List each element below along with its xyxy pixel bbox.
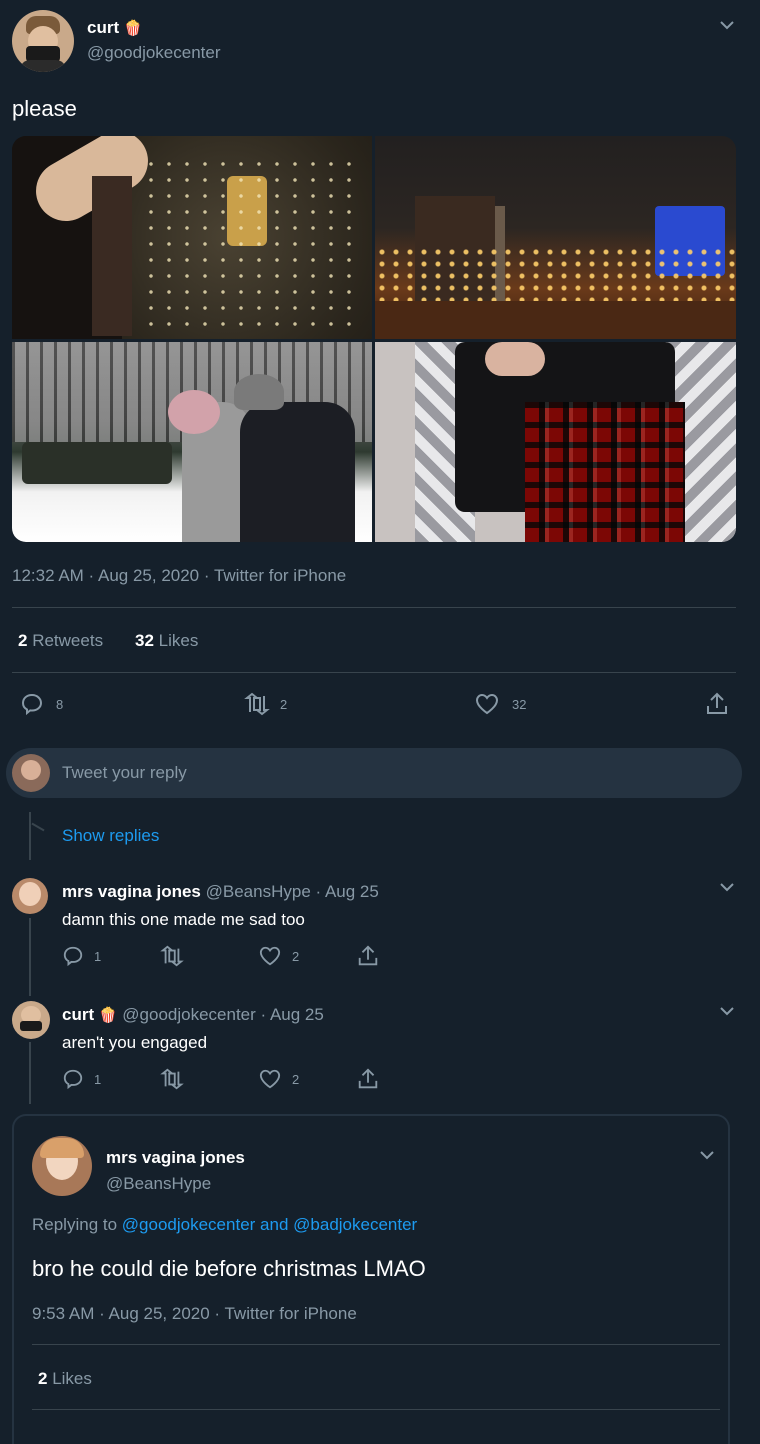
reply-icon — [63, 946, 83, 967]
heart-icon — [259, 1069, 281, 1089]
retweet-button[interactable]: 2 — [244, 692, 287, 716]
replying-and: and — [260, 1215, 289, 1234]
tweet-text: please — [12, 96, 77, 121]
user-handle[interactable]: @goodjokecenter — [87, 43, 221, 63]
retweet-button[interactable] — [160, 1068, 184, 1095]
avatar[interactable] — [12, 878, 48, 914]
thread-line — [29, 812, 31, 860]
reply-button[interactable]: 1 — [62, 945, 101, 967]
retweets-count: 2 — [18, 631, 28, 650]
replying-prefix: Replying to — [32, 1215, 118, 1234]
likes-label: Likes — [158, 631, 199, 650]
mention-link[interactable]: @goodjokecenter — [122, 1215, 256, 1234]
tweet-timestamp[interactable]: 12:32 AM · Aug 25, 2020 · Twitter for iP… — [12, 566, 346, 586]
chevron-down-icon[interactable] — [718, 1004, 736, 1018]
heart-icon — [475, 693, 499, 715]
retweet-icon — [160, 1068, 184, 1090]
retweet-icon — [160, 945, 184, 967]
reply-count: 1 — [94, 1071, 102, 1087]
tweet-text: bro he could die before christmas LMAO — [32, 1256, 426, 1281]
reply-count: 1 — [94, 948, 102, 964]
divider — [12, 607, 736, 608]
show-replies-link[interactable]: Show replies — [62, 826, 159, 846]
likes-count: 32 — [135, 631, 154, 650]
handle-time: @goodjokecenter · Aug 25 — [122, 1005, 324, 1024]
thread-line — [29, 1042, 31, 1104]
like-button[interactable]: 32 — [474, 692, 526, 716]
like-button[interactable]: 2 — [258, 945, 299, 967]
photo-city-lights[interactable] — [375, 136, 736, 339]
display-name-text: curt — [87, 18, 120, 37]
display-name: mrs vagina jones — [62, 882, 201, 901]
mention-link[interactable]: @badjokecenter — [293, 1215, 417, 1234]
focused-tweet-card[interactable]: mrs vagina jones @BeansHype Replying to … — [12, 1114, 730, 1444]
likes-count: 2 — [38, 1369, 48, 1388]
user-handle[interactable]: @BeansHype — [106, 1174, 211, 1194]
share-button[interactable] — [704, 691, 730, 722]
retweets-stat[interactable]: 2 Retweets — [18, 631, 103, 651]
avatar[interactable] — [32, 1136, 92, 1196]
reply-compose-box[interactable]: Tweet your reply — [6, 748, 742, 798]
display-name[interactable]: mrs vagina jones — [106, 1148, 245, 1168]
divider — [32, 1344, 720, 1345]
reply-icon — [63, 1069, 83, 1090]
reply-input-placeholder: Tweet your reply — [62, 763, 187, 782]
like-button[interactable]: 2 — [258, 1068, 299, 1090]
reply-header[interactable]: mrs vagina jones @BeansHype · Aug 25 — [62, 882, 379, 902]
chevron-down-icon[interactable] — [718, 880, 736, 894]
divider — [32, 1409, 720, 1410]
popcorn-icon: 🍿 — [123, 20, 143, 37]
reply-button[interactable]: 8 — [20, 692, 63, 716]
thread-line — [29, 918, 31, 996]
replying-to: Replying to @goodjokecenter and @badjoke… — [32, 1215, 417, 1235]
likes-stat[interactable]: 2 Likes — [38, 1369, 92, 1389]
likes-label: Likes — [52, 1369, 92, 1388]
avatar[interactable] — [12, 10, 74, 72]
like-count: 2 — [292, 948, 300, 964]
photo-christmas-tree[interactable] — [12, 136, 372, 339]
photo-snow-couple[interactable] — [12, 342, 372, 542]
display-name: curt — [62, 1005, 95, 1024]
media-grid — [12, 136, 736, 542]
like-count: 2 — [292, 1071, 300, 1087]
share-icon — [707, 692, 727, 714]
likes-stat[interactable]: 32 Likes — [135, 631, 198, 651]
divider — [12, 672, 736, 673]
reply-header[interactable]: curt 🍿 @goodjokecenter · Aug 25 — [62, 1005, 324, 1025]
reply-text: damn this one made me sad too — [62, 910, 305, 929]
tweet-timestamp[interactable]: 9:53 AM · Aug 25, 2020 · Twitter for iPh… — [32, 1304, 357, 1324]
chevron-down-icon[interactable] — [698, 1148, 716, 1162]
retweet-icon — [244, 692, 270, 716]
share-icon — [358, 945, 378, 966]
heart-icon — [259, 946, 281, 966]
like-count: 32 — [512, 696, 527, 712]
share-button[interactable] — [356, 1067, 380, 1096]
share-button[interactable] — [356, 944, 380, 973]
popcorn-icon: 🍿 — [98, 1007, 118, 1024]
thread-connector — [31, 822, 45, 832]
retweet-button[interactable] — [160, 945, 184, 972]
reply-icon — [21, 693, 43, 716]
retweets-label: Retweets — [32, 631, 104, 650]
reply-button[interactable]: 1 — [62, 1068, 101, 1090]
avatar — [12, 754, 50, 792]
handle-time: @BeansHype · Aug 25 — [205, 882, 379, 901]
display-name[interactable]: curt 🍿 — [87, 18, 143, 38]
share-icon — [358, 1068, 378, 1089]
reply-text: aren't you engaged — [62, 1033, 208, 1052]
photo-plaid-pajamas[interactable] — [375, 342, 736, 542]
reply-count: 8 — [56, 696, 64, 712]
chevron-down-icon[interactable] — [718, 18, 736, 32]
retweet-count: 2 — [280, 696, 288, 712]
avatar[interactable] — [12, 1001, 50, 1039]
